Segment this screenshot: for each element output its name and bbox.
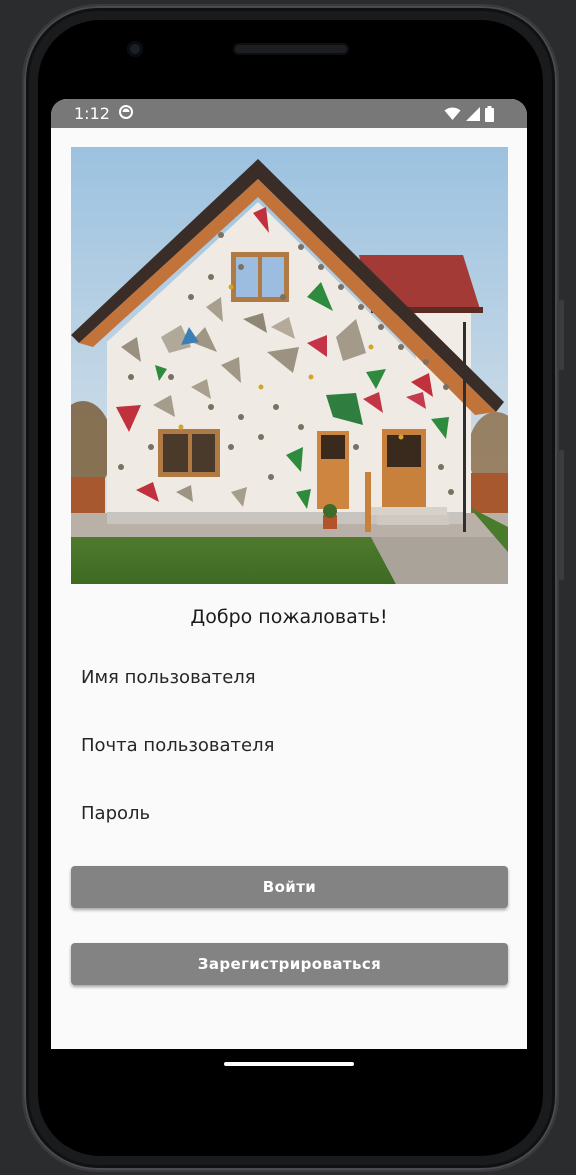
welcome-title: Добро пожаловать! [190,606,388,628]
status-bar: 1:12 [51,99,527,128]
username-input[interactable] [71,654,508,700]
app-screen: 1:12 Добро пожаловать! Имя пользователя … [51,99,527,1049]
climbing-wall-house-image [71,147,508,584]
home-indicator[interactable] [224,1062,354,1066]
login-button[interactable]: Войти [71,866,508,908]
cellular-signal-icon [466,107,480,121]
email-input[interactable] [71,722,508,768]
password-input[interactable] [71,790,508,836]
volume-button [559,450,564,580]
front-camera [127,41,143,57]
status-time: 1:12 [74,104,110,123]
status-icons [444,106,494,122]
wifi-icon [444,107,461,120]
register-button[interactable]: Зарегистрироваться [71,943,508,985]
app-notification-icon [119,105,133,119]
battery-icon [485,106,494,122]
power-button [559,300,564,370]
earpiece-speaker [233,43,349,55]
